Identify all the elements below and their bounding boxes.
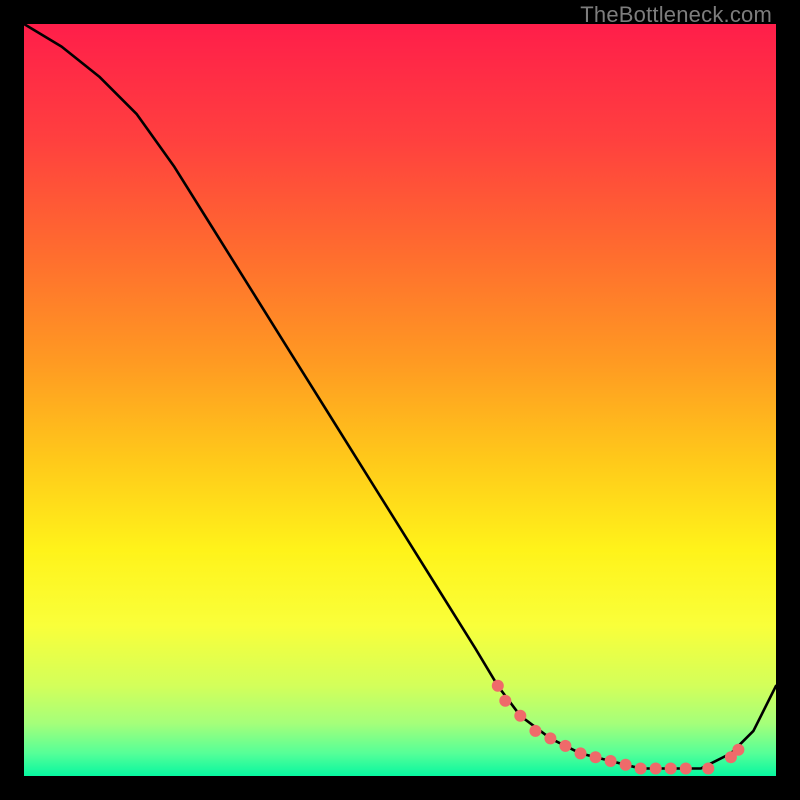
- highlight-dot: [635, 763, 647, 775]
- highlight-dot: [529, 725, 541, 737]
- highlight-dot: [544, 732, 556, 744]
- highlight-dot: [732, 744, 744, 756]
- highlight-dot: [665, 763, 677, 775]
- highlight-dot: [514, 710, 526, 722]
- highlight-dot: [559, 740, 571, 752]
- highlight-dot: [575, 747, 587, 759]
- highlight-dot: [650, 763, 662, 775]
- gradient-rect: [24, 24, 776, 776]
- highlight-dot: [620, 759, 632, 771]
- highlight-dot: [680, 763, 692, 775]
- highlight-dot: [605, 755, 617, 767]
- highlight-dot: [492, 680, 504, 692]
- highlight-dot: [702, 763, 714, 775]
- highlight-dot: [499, 695, 511, 707]
- highlight-dot: [590, 751, 602, 763]
- bottleneck-chart: [24, 24, 776, 776]
